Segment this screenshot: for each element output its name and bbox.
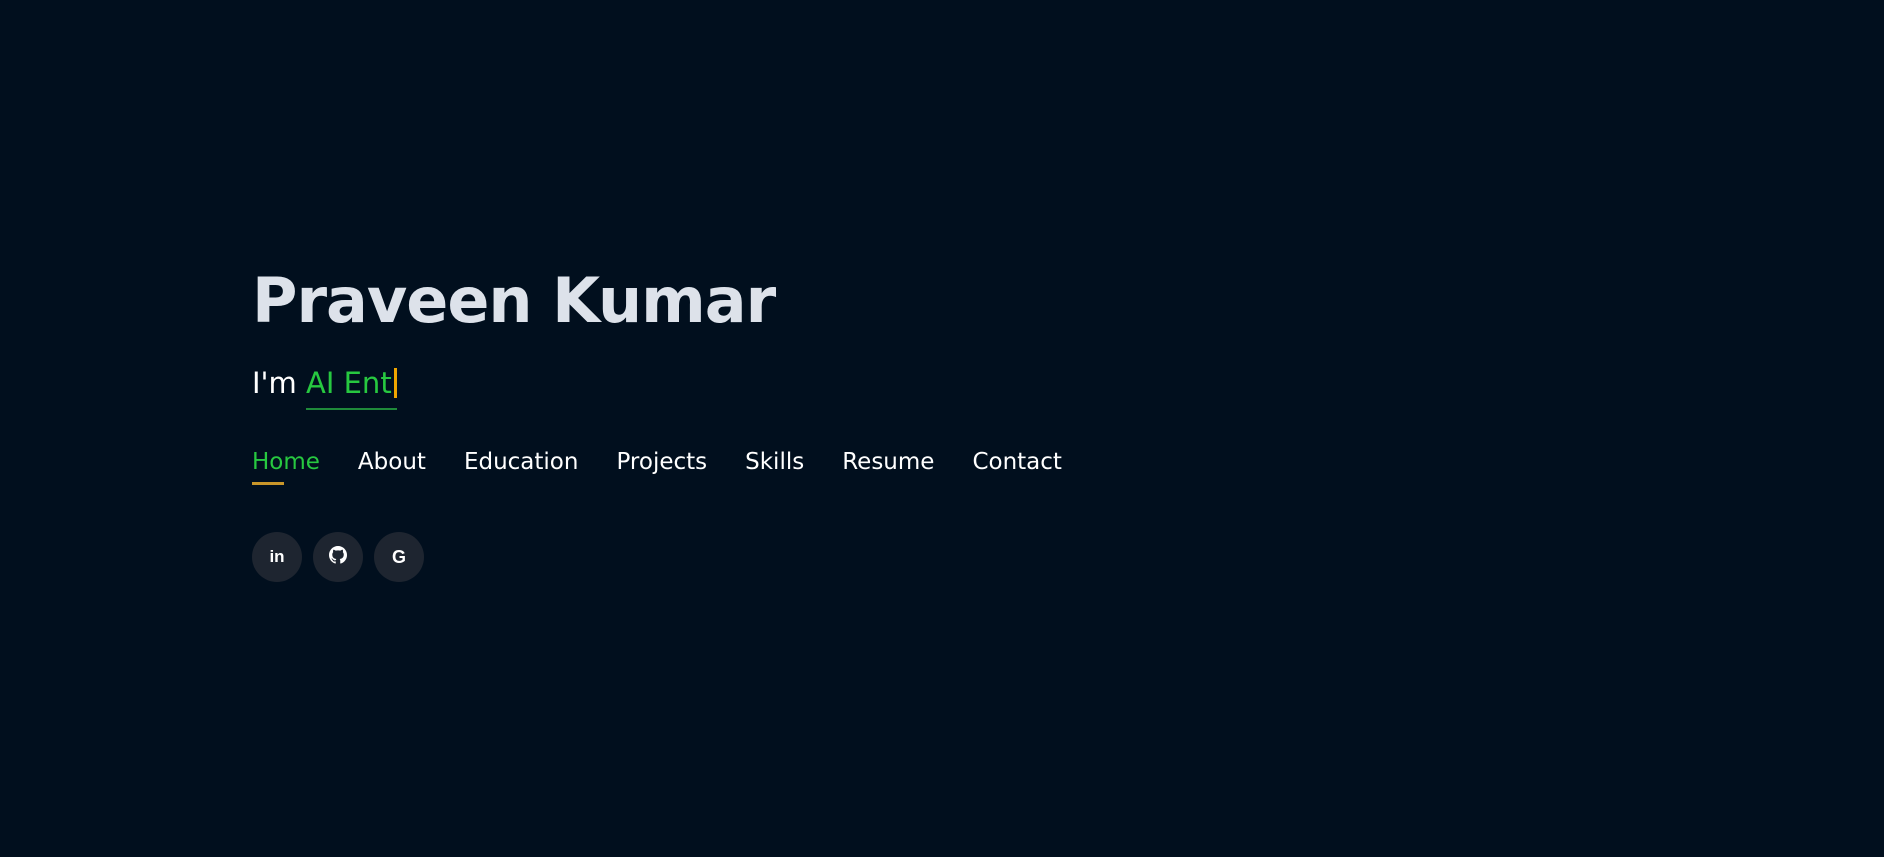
github-button[interactable]: [313, 532, 363, 582]
nav-projects[interactable]: Projects: [616, 449, 707, 485]
hero-tagline: I'm AI Ent: [252, 368, 397, 410]
github-icon: [329, 546, 347, 568]
nav-about[interactable]: About: [358, 449, 426, 485]
nav-contact[interactable]: Contact: [972, 449, 1061, 485]
linkedin-button[interactable]: in: [252, 532, 302, 582]
tagline-prefix: I'm: [252, 366, 306, 400]
google-icon: G: [391, 546, 406, 567]
hero-section: Praveen Kumar I'm AI Ent Home About Educ…: [252, 264, 1062, 582]
nav-skills[interactable]: Skills: [745, 449, 804, 485]
google-button[interactable]: G: [374, 532, 424, 582]
typing-caret: [393, 368, 397, 398]
hero-name: Praveen Kumar: [252, 264, 776, 337]
social-links: in G: [252, 532, 424, 582]
linkedin-icon: in: [269, 547, 285, 566]
nav-home[interactable]: Home: [252, 449, 320, 486]
nav-resume[interactable]: Resume: [842, 449, 934, 485]
main-nav: Home About Education Projects Skills Res…: [252, 449, 1062, 486]
nav-education[interactable]: Education: [464, 449, 579, 485]
typed-text-value: AI Ent: [306, 366, 392, 400]
typed-text: AI Ent: [306, 368, 397, 410]
